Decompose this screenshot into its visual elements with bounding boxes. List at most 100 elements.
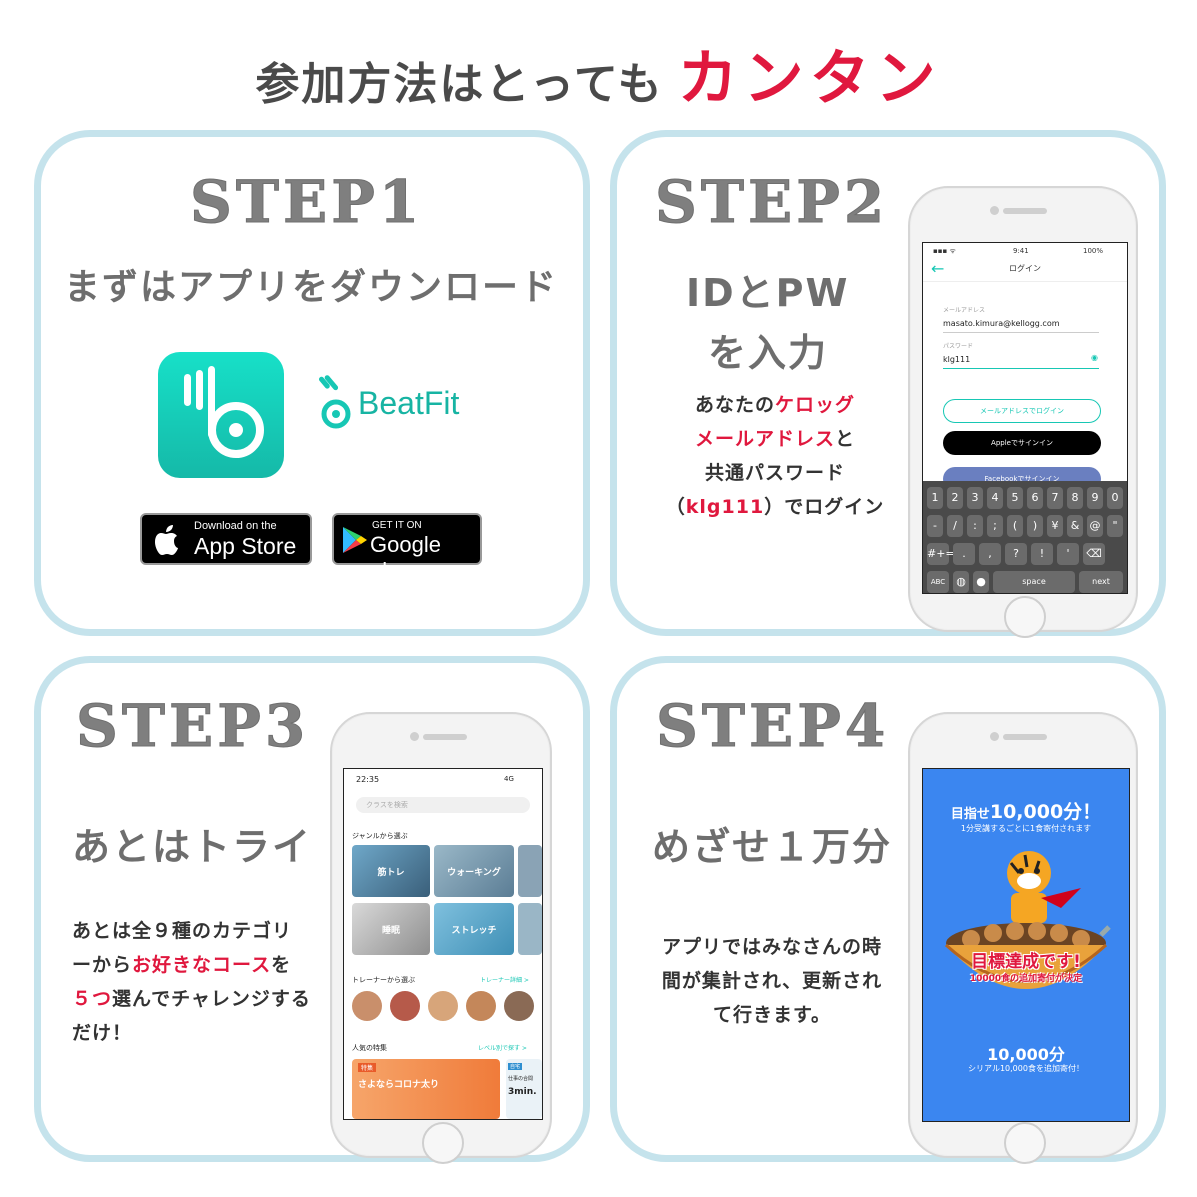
- trainer-avatar[interactable]: [428, 991, 458, 1021]
- keyboard-key[interactable]: ¥: [1047, 515, 1063, 537]
- keyboard-key[interactable]: (: [1007, 515, 1023, 537]
- keyboard-key[interactable]: 0: [1107, 487, 1123, 509]
- phone-speaker: [1003, 208, 1047, 214]
- keyboard-key[interactable]: 7: [1047, 487, 1063, 509]
- key-abc[interactable]: ABC: [927, 571, 949, 593]
- home-button[interactable]: [1004, 1122, 1046, 1164]
- goal-num: 10,000分！: [989, 801, 1102, 823]
- genre-sleep-label: 睡眠: [381, 926, 400, 936]
- keyboard-key[interactable]: .: [953, 543, 975, 565]
- phone-speaker: [423, 734, 467, 740]
- keyboard-key[interactable]: ;: [987, 515, 1003, 537]
- eye-icon[interactable]: ◉: [1091, 353, 1098, 362]
- goal-headline: 目指せ10,000分！: [923, 797, 1129, 824]
- keyboard-key[interactable]: 3: [967, 487, 983, 509]
- step1-title: STEP1: [189, 168, 424, 237]
- step2-desc-l1: あなたの: [694, 394, 775, 416]
- goal-subtext: 1分受講するごとに1食寄付されます: [960, 824, 1092, 833]
- beatfit-mark-icon: [318, 375, 351, 429]
- keyboard-key[interactable]: ": [1107, 515, 1123, 537]
- total-minutes: 10,000分: [987, 1045, 1065, 1064]
- step3-desc-l3-red: ５つ: [72, 988, 113, 1010]
- beatfit-app-icon[interactable]: [158, 352, 284, 478]
- step4-desc-l2: 間が集計され、更新され: [661, 970, 883, 992]
- headline-accent: カンタン: [677, 44, 942, 114]
- trainer-avatar[interactable]: [466, 991, 496, 1021]
- achieved-banner: 目標達成です!: [971, 952, 1081, 972]
- keyboard-key[interactable]: /: [947, 515, 963, 537]
- keyboard-key[interactable]: ': [1057, 543, 1079, 565]
- genre-stretch[interactable]: ストレッチ: [434, 903, 514, 955]
- keyboard-key[interactable]: ⌫: [1083, 543, 1105, 565]
- mic-icon[interactable]: ●: [973, 571, 989, 593]
- genre-more[interactable]: [518, 845, 542, 897]
- feature-heading: 人気の特集: [352, 1044, 387, 1052]
- step4-subtitle: めざせ１万分: [652, 825, 893, 869]
- keyboard-key[interactable]: -: [927, 515, 943, 537]
- keyboard-key[interactable]: ): [1027, 515, 1043, 537]
- keyboard-key[interactable]: ,: [979, 543, 1001, 565]
- keyboard-key[interactable]: !: [1031, 543, 1053, 565]
- keyboard-key[interactable]: 9: [1087, 487, 1103, 509]
- google-play-badge[interactable]: GET IT ON Google play: [332, 513, 482, 583]
- beatfit-wordmark: BeatFit: [358, 384, 460, 421]
- key-space[interactable]: space: [993, 571, 1075, 593]
- keyboard-key[interactable]: #+=: [927, 543, 955, 565]
- keyboard-key[interactable]: 8: [1067, 487, 1083, 509]
- feature-level-link[interactable]: レベル別で探す >: [478, 1043, 527, 1052]
- step2-desc-l4-pre: （: [665, 496, 686, 518]
- step2-title: STEP2: [654, 168, 889, 237]
- trainer-avatar[interactable]: [504, 991, 534, 1021]
- email-login-button[interactable]: メールアドレスでログイン: [943, 399, 1101, 423]
- keyboard-key[interactable]: 2: [947, 487, 963, 509]
- email-field[interactable]: masato.kimura@kellogg.com: [943, 319, 1099, 333]
- phone-camera: [990, 206, 999, 215]
- feature2-time: 3min.: [508, 1087, 537, 1097]
- keyboard-key[interactable]: 5: [1007, 487, 1023, 509]
- genre-walking-label: ウォーキング: [447, 868, 501, 878]
- genre-sleep[interactable]: 睡眠: [352, 903, 430, 955]
- keyboard-key[interactable]: &: [1067, 515, 1083, 537]
- status-battery: 100%: [1083, 247, 1104, 255]
- trainer-detail-link[interactable]: トレーナー詳細 >: [480, 975, 529, 984]
- step3-screen: 22:35 4G クラスを検索 ジャンルから選ぶ 筋トレ ウォーキング 睡眠 ス…: [343, 768, 543, 1120]
- globe-icon[interactable]: ◍: [953, 571, 969, 593]
- keyboard-key[interactable]: @: [1087, 515, 1103, 537]
- phone-speaker: [1003, 734, 1047, 740]
- feature-tag: 特集: [358, 1063, 377, 1072]
- step4-desc-l1: アプリではみなさんの時: [661, 936, 882, 958]
- home-button[interactable]: [422, 1122, 464, 1164]
- keyboard-key[interactable]: 1: [927, 487, 943, 509]
- feature-card-2[interactable]: 自宅 仕事の合間 3min.: [506, 1059, 542, 1119]
- genre-more-2[interactable]: [518, 903, 542, 955]
- feature-card[interactable]: 特集 さよならコロナ太り: [352, 1059, 500, 1119]
- step2-description: あなたのケロッグ メールアドレスと 共通パスワード （klg111）でログイン: [660, 388, 890, 524]
- password-field[interactable]: klg111: [943, 355, 1099, 369]
- genre-heading: ジャンルから選ぶ: [352, 832, 408, 840]
- keyboard-key[interactable]: 6: [1027, 487, 1043, 509]
- apple-signin-button[interactable]: Appleでサインイン: [943, 431, 1101, 455]
- google-play-icon: [343, 527, 367, 553]
- app-store-badge[interactable]: Download on the App Store: [140, 513, 312, 565]
- keyboard-key[interactable]: ?: [1005, 543, 1027, 565]
- trainer-avatar[interactable]: [352, 991, 382, 1021]
- goal-pre: 目指せ: [950, 807, 990, 822]
- genre-strength[interactable]: 筋トレ: [352, 845, 430, 897]
- keyboard-key[interactable]: 4: [987, 487, 1003, 509]
- step3-subtitle: あとはトライ: [72, 825, 313, 869]
- login-screen-title: ログイン: [1009, 264, 1041, 273]
- google-play-big: Google play: [370, 532, 441, 583]
- email-label: メールアドレス: [943, 307, 986, 314]
- step3-desc-l2-pre: ーから: [72, 954, 133, 976]
- keyboard-key[interactable]: :: [967, 515, 983, 537]
- class-search-input[interactable]: クラスを検索: [356, 797, 530, 813]
- step3-description: あとは全９種のカテゴリ ーからお好きなコースを ５つ選んでチャレンジする だけ！: [72, 914, 332, 1050]
- step3-desc-l4: だけ！: [72, 1022, 133, 1044]
- trainer-list: [352, 991, 534, 1021]
- status-time: 9:41: [1013, 247, 1029, 255]
- trainer-avatar[interactable]: [390, 991, 420, 1021]
- genre-walking[interactable]: ウォーキング: [434, 845, 514, 897]
- beatfit-logo: BeatFit: [318, 372, 459, 434]
- key-next[interactable]: next: [1079, 571, 1123, 593]
- home-button[interactable]: [1004, 596, 1046, 638]
